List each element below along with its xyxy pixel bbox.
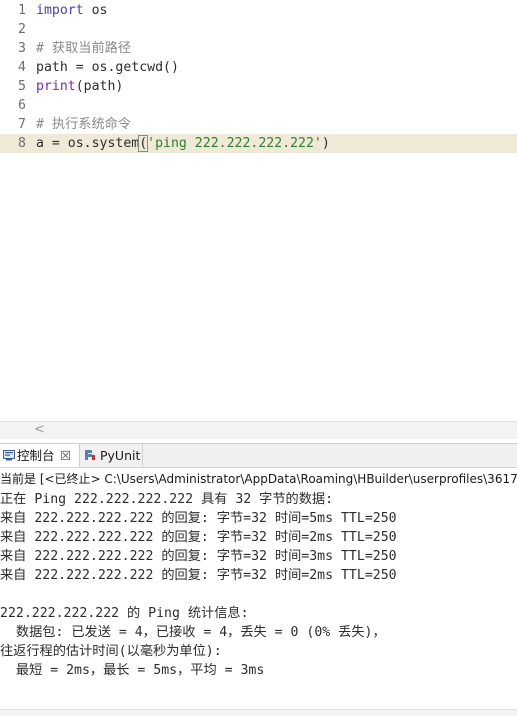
code-text: import os (36, 1, 107, 20)
console-output-line: 来自 222.222.222.222 的回复: 字节=32 时间=2ms TTL… (0, 530, 397, 545)
tab-pyunit[interactable]: PyUnit (80, 444, 143, 467)
line-number: 8 (18, 136, 26, 151)
code-text: # 获取当前路径 (36, 39, 131, 58)
console-output-line: 来自 222.222.222.222 的回复: 字节=32 时间=3ms TTL… (0, 549, 397, 564)
console-output-line: 222.222.222.222 的 Ping 统计信息: (0, 606, 249, 621)
code-token: a = os.system (36, 136, 140, 151)
code-line[interactable]: 1 import os (0, 1, 517, 20)
console-output-line: 数据包: 已发送 = 4，已接收 = 4，丢失 = 0 (0% 丢失)， (0, 625, 386, 640)
code-line[interactable]: 7 # 执行系统命令 (0, 115, 517, 134)
line-number: 5 (18, 79, 26, 94)
code-line[interactable]: 6 (0, 96, 517, 115)
code-token: import (36, 3, 84, 18)
console-output-line: 正在 Ping 222.222.222.222 具有 32 字节的数据: (0, 492, 334, 507)
code-token: ( (138, 135, 149, 152)
editor-horizontal-scrollbar[interactable]: < (0, 421, 517, 439)
scroll-left-arrow-icon[interactable]: < (34, 422, 45, 438)
code-editor[interactable]: 1 import os 2 3 # 获取当前路径 4 path = os.getcwd() 5… (0, 0, 517, 420)
code-text: a = os.system('ping 222.222.222.222') (36, 134, 330, 153)
code-text: print(path) (36, 77, 123, 96)
console-output-line: 来自 222.222.222.222 的回复: 字节=32 时间=2ms TTL… (0, 568, 397, 583)
pyunit-icon (85, 450, 95, 460)
tab-console-label: 控制台 (17, 448, 55, 463)
console-status-line: 当前是 [<已终止> C:\Users\Administrator\AppDat… (0, 472, 517, 486)
code-line[interactable]: 3 # 获取当前路径 (0, 39, 517, 58)
code-line[interactable]: 8 a = os.system('ping 222.222.222.222') (0, 134, 517, 153)
tab-pyunit-label: PyUnit (100, 448, 141, 463)
code-line[interactable]: 5 print(path) (0, 77, 517, 96)
console-icon (3, 450, 15, 461)
code-text: path = os.getcwd() (36, 58, 179, 77)
code-line[interactable]: 2 (0, 20, 517, 39)
code-token: # 获取当前路径 (36, 41, 132, 56)
console-tab-bar: 控制台 ☒ PyUnit (0, 444, 517, 468)
code-token: path = os.getcwd() (36, 60, 179, 75)
console-output-line: 最短 = 2ms，最长 = 5ms，平均 = 3ms (0, 663, 265, 678)
code-token: ) (321, 136, 330, 151)
line-number: 1 (18, 3, 26, 18)
line-number: 3 (18, 41, 26, 56)
code-token: # 执行系统命令 (36, 117, 132, 132)
code-token: print (36, 79, 76, 94)
line-number: 4 (18, 60, 26, 75)
line-number: 2 (18, 22, 26, 37)
code-token: (path) (75, 79, 124, 94)
code-line[interactable]: 4 path = os.getcwd() (0, 58, 517, 77)
console-panel: 控制台 ☒ PyUnit 当前是 [<已终止> C:\Users\Adminis… (0, 443, 517, 716)
code-token: os (83, 3, 108, 18)
console-output-line: 来自 222.222.222.222 的回复: 字节=32 时间=5ms TTL… (0, 511, 397, 526)
code-text: # 执行系统命令 (36, 115, 131, 134)
line-number: 6 (18, 98, 26, 113)
code-token: 'ping 222.222.222.222' (147, 136, 322, 151)
console-output-line: 往返行程的估计时间(以毫秒为单位): (0, 644, 222, 659)
line-number: 7 (18, 117, 26, 132)
console-output: 正在 Ping 222.222.222.222 具有 32 字节的数据: 来自 2… (0, 490, 517, 680)
tab-console[interactable]: 控制台 ☒ (0, 444, 80, 467)
close-icon[interactable]: ☒ (60, 444, 71, 467)
